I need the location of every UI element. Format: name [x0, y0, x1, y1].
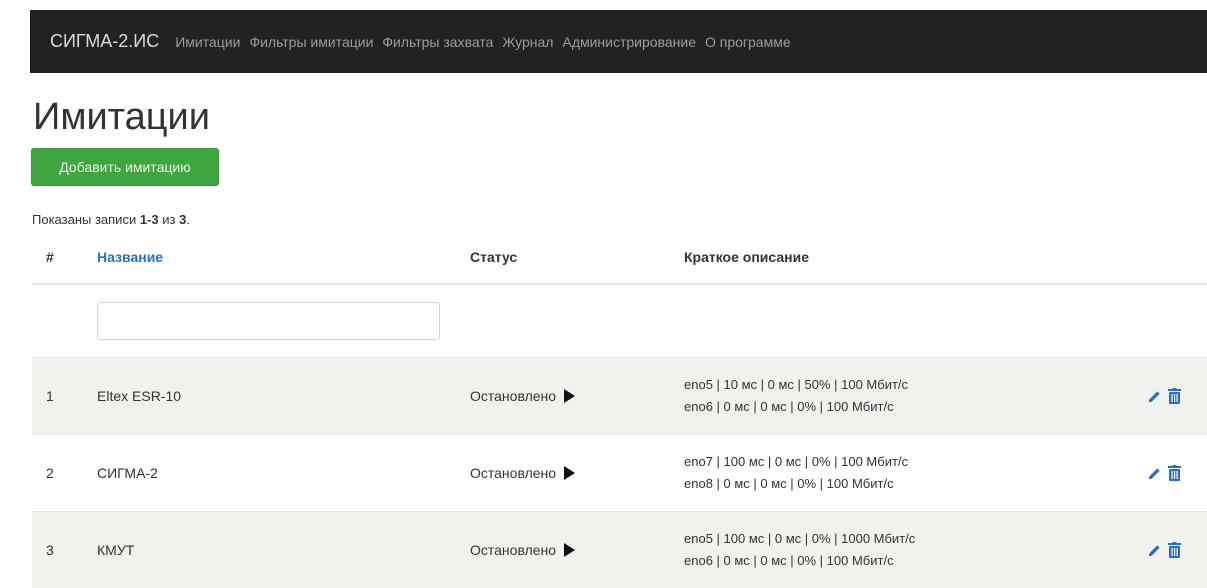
row-description: eno7 | 100 мс | 0 мс | 0% | 100 Мбит/с e… — [682, 435, 1147, 512]
page-title: Имитации — [33, 96, 210, 139]
play-icon[interactable] — [564, 466, 575, 480]
summary-prefix: Показаны записи — [32, 212, 140, 227]
description-line: eno6 | 0 мс | 0 мс | 0% | 100 Мбит/с — [684, 550, 1147, 572]
pencil-icon[interactable] — [1147, 466, 1162, 481]
filter-row — [32, 284, 1207, 358]
name-filter-input[interactable] — [97, 302, 440, 340]
row-status-label: Остановлено — [470, 542, 556, 558]
nav-item-about[interactable]: О программе — [705, 34, 791, 50]
row-status-label: Остановлено — [470, 388, 556, 404]
row-name: СИГМА-2 — [87, 435, 468, 512]
row-status: Остановлено — [470, 388, 575, 404]
row-status-label: Остановлено — [470, 465, 556, 481]
row-status: Остановлено — [470, 465, 575, 481]
navbar-brand[interactable]: СИГМА-2.ИС — [50, 31, 159, 52]
summary-mid: из — [159, 212, 179, 227]
pencil-icon[interactable] — [1147, 389, 1162, 404]
nav-item-administration[interactable]: Администрирование — [562, 34, 696, 50]
records-summary: Показаны записи 1-3 из 3. — [32, 212, 190, 227]
description-line: eno8 | 0 мс | 0 мс | 0% | 100 Мбит/с — [684, 473, 1147, 495]
nav-item-journal[interactable]: Журнал — [502, 34, 553, 50]
navbar: СИГМА-2.ИС Имитации Фильтры имитации Фил… — [30, 10, 1207, 73]
table-row: 1 Eltex ESR-10 Остановлено eno5 | 10 мс … — [32, 358, 1207, 435]
play-icon[interactable] — [564, 389, 575, 403]
description-line: eno6 | 0 мс | 0 мс | 0% | 100 Мбит/с — [684, 396, 1147, 418]
description-line: eno5 | 10 мс | 0 мс | 50% | 100 Мбит/с — [684, 374, 1147, 396]
header-num: # — [32, 230, 87, 284]
description-line: eno5 | 100 мс | 0 мс | 0% | 1000 Мбит/с — [684, 528, 1147, 550]
trash-icon[interactable] — [1168, 465, 1181, 481]
header-description: Краткое описание — [682, 230, 1147, 284]
add-imitation-button[interactable]: Добавить имитацию — [31, 148, 219, 186]
imitations-table: # Название Статус Краткое описание 1 Elt… — [32, 230, 1207, 588]
trash-icon[interactable] — [1168, 542, 1181, 558]
row-description: eno5 | 10 мс | 0 мс | 50% | 100 Мбит/с e… — [682, 358, 1147, 435]
nav-item-imitation-filters[interactable]: Фильтры имитации — [249, 34, 373, 50]
pencil-icon[interactable] — [1147, 543, 1162, 558]
play-icon[interactable] — [564, 543, 575, 557]
row-num: 2 — [32, 435, 87, 512]
row-status: Остановлено — [470, 542, 575, 558]
summary-range: 1-3 — [140, 212, 159, 227]
summary-suffix: . — [186, 212, 190, 227]
sort-by-name-link[interactable]: Название — [97, 249, 163, 265]
row-actions — [1147, 388, 1207, 404]
header-actions — [1147, 230, 1207, 284]
row-actions — [1147, 465, 1207, 481]
trash-icon[interactable] — [1168, 388, 1181, 404]
table-header-row: # Название Статус Краткое описание — [32, 230, 1207, 284]
nav-item-capture-filters[interactable]: Фильтры захвата — [382, 34, 493, 50]
table-row: 2 СИГМА-2 Остановлено eno7 | 100 мс | 0 … — [32, 435, 1207, 512]
row-name: Eltex ESR-10 — [87, 358, 468, 435]
header-status: Статус — [468, 230, 682, 284]
header-name: Название — [87, 230, 468, 284]
row-actions — [1147, 542, 1207, 558]
description-line: eno7 | 100 мс | 0 мс | 0% | 100 Мбит/с — [684, 451, 1147, 473]
row-num: 1 — [32, 358, 87, 435]
nav-item-imitations[interactable]: Имитации — [175, 34, 240, 50]
